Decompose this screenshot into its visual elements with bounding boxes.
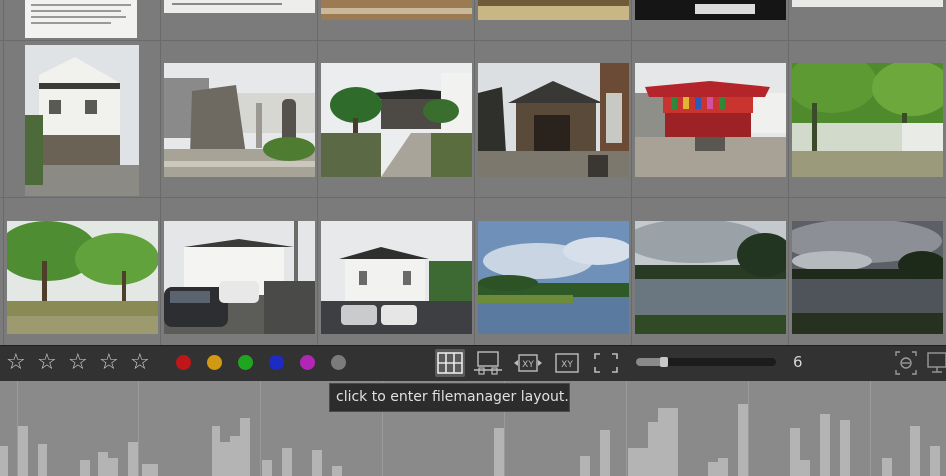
- strip-divider: [626, 381, 627, 476]
- thumbnail[interactable]: [7, 221, 158, 334]
- rating-star-icon[interactable]: ☆: [6, 352, 26, 374]
- histogram-bar: [142, 464, 158, 476]
- histogram-bar: [820, 414, 830, 476]
- focus-peaking-button[interactable]: [893, 349, 919, 377]
- thumbnail[interactable]: [164, 221, 315, 334]
- thumbnail[interactable]: [635, 0, 786, 20]
- grid-layout-icon: [437, 352, 463, 374]
- histogram-bar: [658, 408, 678, 476]
- histogram-bar: [0, 446, 8, 476]
- color-label-gray[interactable]: [331, 355, 346, 370]
- thumbnail[interactable]: [25, 45, 139, 196]
- histogram-bar: [494, 428, 504, 476]
- compare-xy-icon: XY: [514, 354, 542, 372]
- culling-layout-button[interactable]: [473, 349, 503, 377]
- histogram-bar: [800, 460, 810, 476]
- thumbnail[interactable]: [478, 221, 629, 334]
- histogram-bar: [708, 462, 718, 476]
- grid-divider: [3, 0, 4, 345]
- color-label-red[interactable]: [176, 355, 191, 370]
- histogram-bar: [790, 428, 800, 476]
- thumbnail[interactable]: [321, 63, 472, 177]
- grid-divider: [631, 0, 632, 345]
- histogram-bar: [910, 426, 920, 476]
- grid-divider: [474, 0, 475, 345]
- grid-divider: [788, 0, 789, 345]
- histogram-bar: [738, 404, 748, 476]
- histogram-bar: [18, 426, 28, 476]
- histogram-bar: [332, 466, 342, 476]
- fullscreen-icon: [594, 353, 618, 373]
- thumbnail[interactable]: [164, 0, 315, 13]
- histogram-bar: [580, 456, 590, 476]
- histogram-bar: [98, 452, 108, 476]
- thumbnail[interactable]: [478, 63, 629, 177]
- strip-divider: [138, 381, 139, 476]
- histogram-bar: [230, 436, 240, 476]
- svg-text:XY: XY: [561, 360, 573, 370]
- histogram-bar: [262, 460, 272, 476]
- thumbnail[interactable]: [478, 0, 629, 20]
- filemanager-layout-button[interactable]: [435, 349, 465, 377]
- histogram-bar: [718, 458, 728, 476]
- display-profile-button[interactable]: [926, 349, 946, 377]
- thumbnail[interactable]: [321, 221, 472, 334]
- zoom-slider-handle[interactable]: [660, 357, 668, 367]
- histogram-bar: [312, 450, 322, 476]
- color-label-yellow[interactable]: [207, 355, 222, 370]
- grid-divider: [317, 0, 318, 345]
- rating-star-icon[interactable]: ☆: [99, 352, 119, 374]
- compare-xy-button[interactable]: XY: [513, 349, 543, 377]
- rating-star-icon[interactable]: ☆: [37, 352, 57, 374]
- histogram-bar: [840, 420, 850, 476]
- histogram-bar: [128, 442, 138, 476]
- histogram-bar: [38, 444, 47, 476]
- thumbnail[interactable]: [635, 63, 786, 177]
- svg-text:XY: XY: [522, 360, 534, 370]
- fullscreen-preview-button[interactable]: [591, 349, 621, 377]
- compare-xy-fixed-icon: XY: [555, 353, 579, 373]
- histogram-bar: [600, 430, 610, 476]
- histogram-bar: [648, 422, 658, 476]
- color-label-purple[interactable]: [300, 355, 315, 370]
- thumbnail[interactable]: [792, 0, 943, 7]
- thumbnail[interactable]: [635, 221, 786, 334]
- thumbnail[interactable]: [792, 63, 943, 177]
- histogram-bar: [628, 448, 648, 476]
- filmstrip-icon: [474, 351, 502, 375]
- monitor-icon: [927, 352, 946, 373]
- rating-star-icon[interactable]: ☆: [130, 352, 150, 374]
- thumbnail[interactable]: [25, 0, 137, 38]
- strip-divider: [870, 381, 871, 476]
- histogram-bar: [240, 418, 250, 476]
- histogram-bar: [220, 442, 230, 476]
- thumbnail-grid: [0, 0, 946, 345]
- histogram-bar: [282, 448, 292, 476]
- compare-xy-fixed-button[interactable]: XY: [552, 349, 582, 377]
- color-label-blue[interactable]: [269, 355, 284, 370]
- grid-divider: [0, 40, 946, 41]
- histogram-bar: [930, 446, 940, 476]
- strip-divider: [260, 381, 261, 476]
- strip-divider: [748, 381, 749, 476]
- histogram-bar: [882, 458, 892, 476]
- layout-tooltip: click to enter filemanager layout.: [329, 383, 570, 412]
- thumbnail[interactable]: [164, 63, 315, 177]
- thumbnail[interactable]: [792, 221, 943, 334]
- grid-divider: [160, 0, 161, 345]
- color-label-green[interactable]: [238, 355, 253, 370]
- rating-star-icon[interactable]: ☆: [68, 352, 88, 374]
- grid-divider: [0, 197, 946, 198]
- zoom-slider[interactable]: [636, 357, 776, 367]
- zoom-value: 6: [793, 353, 803, 371]
- histogram-bar: [212, 426, 220, 476]
- focus-peaking-icon: [895, 351, 917, 375]
- thumbnail[interactable]: [321, 0, 472, 20]
- histogram-bar: [108, 458, 118, 476]
- histogram-bar: [80, 460, 90, 476]
